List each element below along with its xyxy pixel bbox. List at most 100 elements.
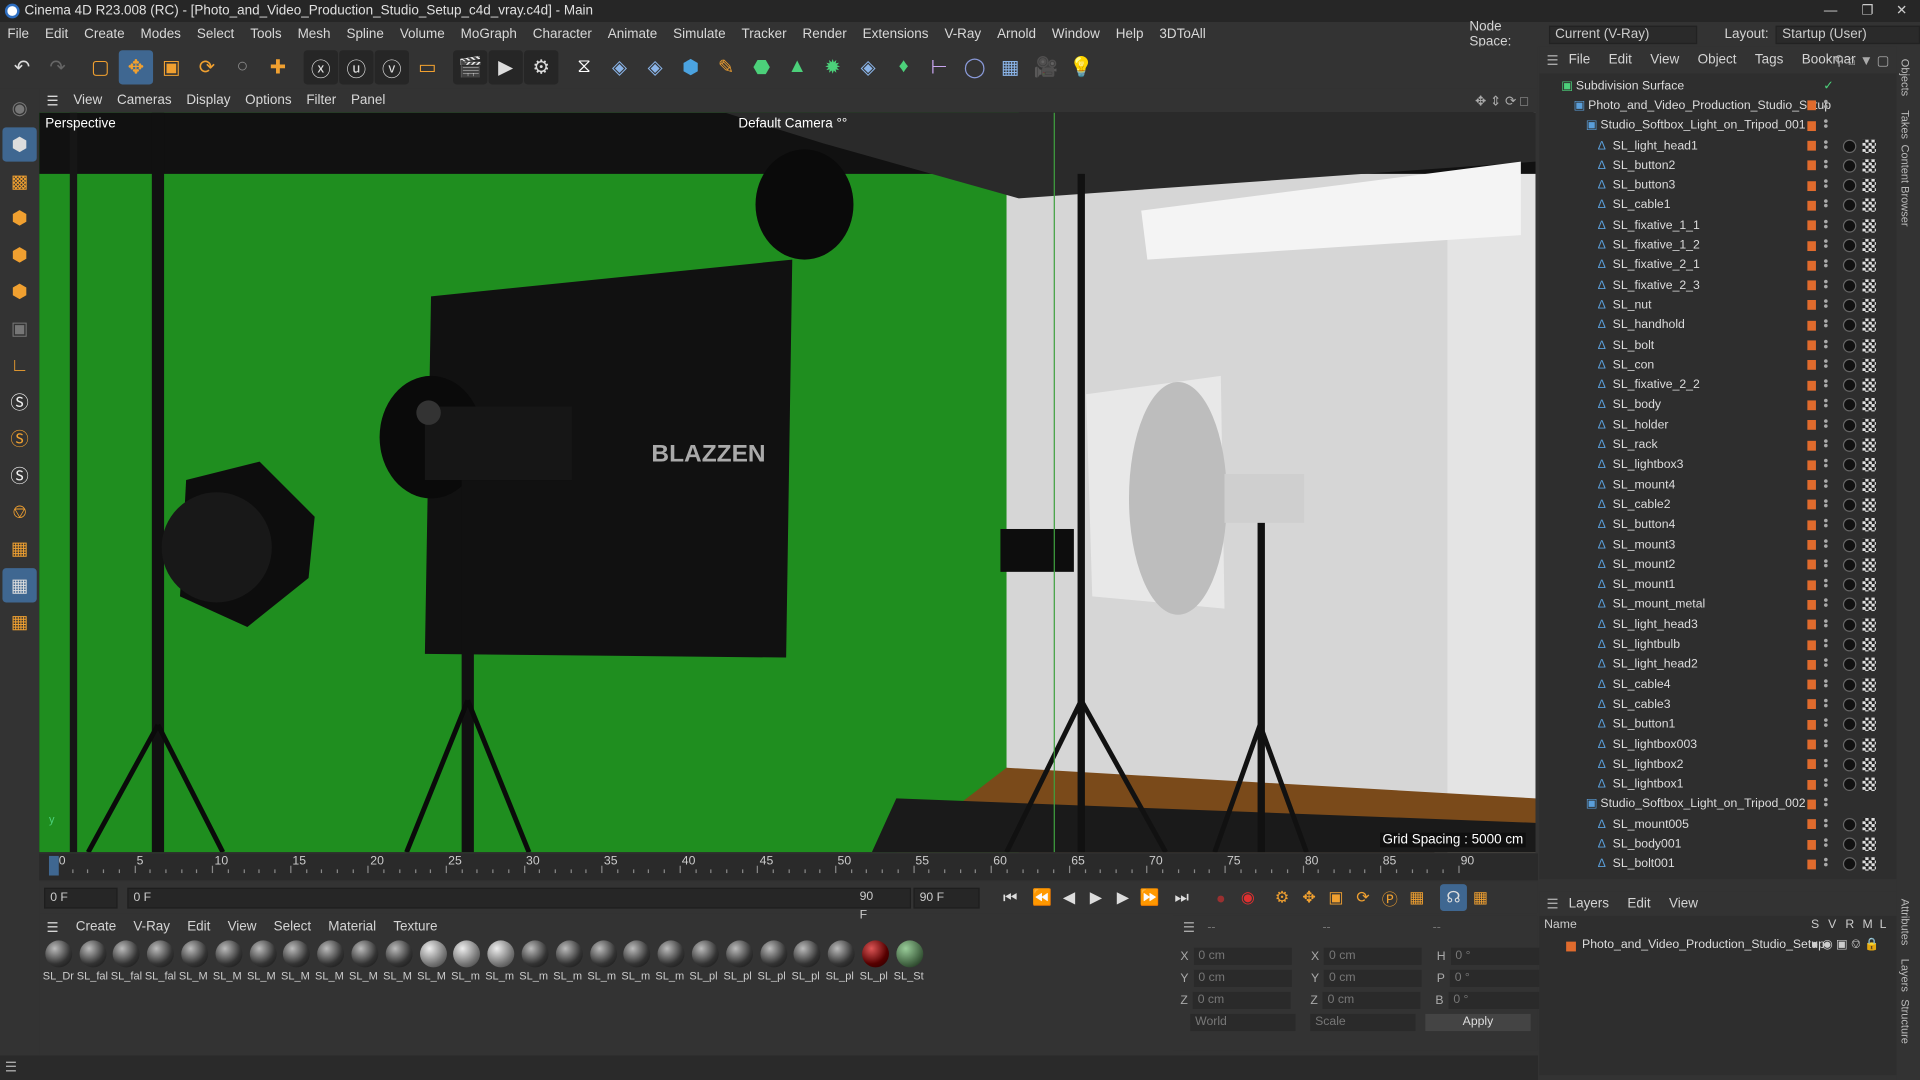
material-tag-icon[interactable] <box>1842 558 1857 572</box>
visibility-dots-icon[interactable]: ● ● <box>1823 357 1829 370</box>
menu-mograph[interactable]: MoGraph <box>461 27 517 42</box>
axis-mode-icon[interactable]: ∟ <box>2 348 36 382</box>
material-tag-icon[interactable] <box>1842 238 1857 253</box>
obj-menu-tags[interactable]: Tags <box>1755 53 1783 68</box>
layer-color-tag[interactable] <box>1807 599 1816 610</box>
uvw-tag-icon[interactable] <box>1862 218 1876 233</box>
deformer-icon[interactable]: ✹ <box>816 50 850 84</box>
visibility-dots-icon[interactable]: ● ● <box>1823 417 1829 430</box>
material-swatch[interactable]: SL_fal <box>144 940 178 989</box>
layer-color-tag[interactable] <box>1807 699 1816 710</box>
layer-row[interactable]: Photo_and_Video_Production_Studio_Setup … <box>1539 938 1897 955</box>
material-tag-icon[interactable] <box>1842 618 1857 632</box>
coords-hamburger-icon[interactable]: ☰ <box>1183 920 1195 936</box>
object-row[interactable]: ∆ SL_light_head1 ● ● <box>1539 136 1897 156</box>
obj-menu-edit[interactable]: Edit <box>1609 53 1632 68</box>
material-tag-icon[interactable] <box>1842 458 1857 472</box>
z-axis-icon[interactable]: ⓥ <box>374 50 409 85</box>
size-x-field[interactable]: 0 cm <box>1324 947 1423 965</box>
objects-hamburger-icon[interactable]: ☰ <box>1547 52 1559 68</box>
menu-simulate[interactable]: Simulate <box>673 27 725 42</box>
object-row[interactable]: ∆ SL_bolt ● ● <box>1539 335 1897 355</box>
menu-edit[interactable]: Edit <box>45 27 68 42</box>
object-name[interactable]: SL_mount3 <box>1613 538 1676 551</box>
visibility-dots-icon[interactable]: ● ● <box>1823 337 1829 350</box>
material-menu-create[interactable]: Create <box>76 920 116 935</box>
material-swatch[interactable]: SL_M <box>178 940 212 989</box>
render-picture-viewer-icon[interactable]: ▶ <box>488 50 523 85</box>
object-row[interactable]: ∆ SL_button3 ● ● <box>1539 176 1897 196</box>
render-settings-icon[interactable]: ⚙ <box>524 50 559 85</box>
key-parameter-icon[interactable]: Ⓟ <box>1376 884 1403 911</box>
object-row[interactable]: ▣ Photo_and_Video_Production_Studio_Setup… <box>1539 96 1897 116</box>
material-swatch[interactable]: SL_M <box>246 940 280 989</box>
menu-arnold[interactable]: Arnold <box>997 27 1036 42</box>
rotate-tool-icon[interactable]: ⟳ <box>190 50 224 84</box>
menu-window[interactable]: Window <box>1052 27 1100 42</box>
object-row[interactable]: ∆ SL_fixative_2_2 ● ● <box>1539 375 1897 395</box>
scheme-icon[interactable]: ☊ <box>1440 884 1467 912</box>
viewport-hamburger-icon[interactable]: ☰ <box>47 92 59 109</box>
object-row[interactable]: ∆ SL_mount2 ● ● <box>1539 555 1897 575</box>
goto-end-icon[interactable]: ⏭ <box>1168 884 1195 911</box>
visibility-dots-icon[interactable]: ● ● <box>1823 397 1829 410</box>
snap-icon-1[interactable]: Ⓢ <box>2 384 36 418</box>
autokey-icon[interactable]: ◉ <box>1234 884 1261 911</box>
recent-tool-icon[interactable]: ○ <box>225 50 259 84</box>
rot-p-field[interactable]: 0 ° <box>1449 969 1541 987</box>
visibility-dots-icon[interactable]: ● ● <box>1823 836 1829 850</box>
object-name[interactable]: SL_mount005 <box>1613 818 1689 831</box>
material-tag-icon[interactable] <box>1842 158 1857 173</box>
layer-color-tag[interactable] <box>1807 200 1816 211</box>
menu-vray[interactable]: V-Ray <box>944 27 981 42</box>
pos-y-field[interactable]: 0 cm <box>1193 969 1292 987</box>
material-swatch[interactable]: SL_pl <box>756 940 790 989</box>
play-icon[interactable]: ▶ <box>1082 884 1109 911</box>
uvw-tag-icon[interactable] <box>1862 657 1876 672</box>
tab-objects[interactable]: Objects <box>1899 59 1911 96</box>
coordinate-system-icon[interactable]: ▭ <box>410 50 444 84</box>
layers-menu-layers[interactable]: Layers <box>1569 896 1609 911</box>
3d-viewport[interactable]: BLAZZEN y Perspective Default Camera °° … <box>39 112 1536 853</box>
material-tag-icon[interactable] <box>1842 538 1857 552</box>
visibility-dots-icon[interactable]: ● ● <box>1823 597 1829 610</box>
visibility-dots-icon[interactable]: ● ● <box>1823 98 1829 111</box>
material-menu-vray[interactable]: V-Ray <box>133 920 170 935</box>
object-row[interactable]: ∆ SL_con ● ● <box>1539 355 1897 375</box>
material-tag-icon[interactable] <box>1842 677 1857 692</box>
obj-menu-view[interactable]: View <box>1650 53 1679 68</box>
locked-workplane-icon[interactable]: ▦ <box>2 605 36 639</box>
layer-color-tag[interactable] <box>1807 400 1816 411</box>
object-name[interactable]: Studio_Softbox_Light_on_Tripod_001 <box>1600 119 1805 132</box>
material-swatch[interactable]: SL_fal <box>76 940 110 989</box>
object-name[interactable]: SL_button3 <box>1613 179 1676 192</box>
material-tag-icon[interactable] <box>1842 777 1857 792</box>
material-tag-icon[interactable] <box>1842 358 1857 373</box>
uvw-tag-icon[interactable] <box>1862 438 1876 452</box>
restore-button[interactable]: ❐ <box>1849 0 1886 22</box>
object-name[interactable]: SL_light_head2 <box>1613 658 1698 671</box>
object-name[interactable]: SL_lightbulb <box>1613 638 1680 651</box>
viewport-nav-icons[interactable]: ✥ ⇕ ⟳ □ <box>1475 92 1528 109</box>
viewport-menu-display[interactable]: Display <box>186 93 230 108</box>
pen-spline-icon[interactable]: ✎ <box>709 50 743 84</box>
layer-color-tag[interactable] <box>1807 839 1816 850</box>
object-row[interactable]: ∆ SL_mount4 ● ● <box>1539 475 1897 495</box>
frame-range-slider[interactable]: 0 F <box>127 887 912 908</box>
material-swatch[interactable]: SL_m <box>484 940 518 989</box>
object-name[interactable]: Subdivision Surface <box>1576 79 1684 92</box>
uvw-tag-icon[interactable] <box>1862 598 1876 612</box>
visibility-dots-icon[interactable]: ● ● <box>1823 278 1829 291</box>
visibility-dots-icon[interactable]: ● ● <box>1823 737 1829 750</box>
object-name[interactable]: SL_button1 <box>1613 718 1676 731</box>
object-name[interactable]: SL_light_head1 <box>1613 139 1698 152</box>
material-tag-icon[interactable] <box>1842 298 1857 313</box>
layer-color-tag[interactable] <box>1807 500 1816 510</box>
object-name[interactable]: SL_fixative_2_3 <box>1613 279 1700 292</box>
object-row[interactable]: ∆ SL_fixative_1_2 ● ● <box>1539 236 1897 256</box>
uvw-tag-icon[interactable] <box>1862 278 1876 293</box>
layer-color-tag[interactable] <box>1807 100 1816 111</box>
uvw-tag-icon[interactable] <box>1862 318 1876 333</box>
generator-icon[interactable]: ▲ <box>780 50 814 84</box>
playhead-marker[interactable] <box>48 855 59 876</box>
